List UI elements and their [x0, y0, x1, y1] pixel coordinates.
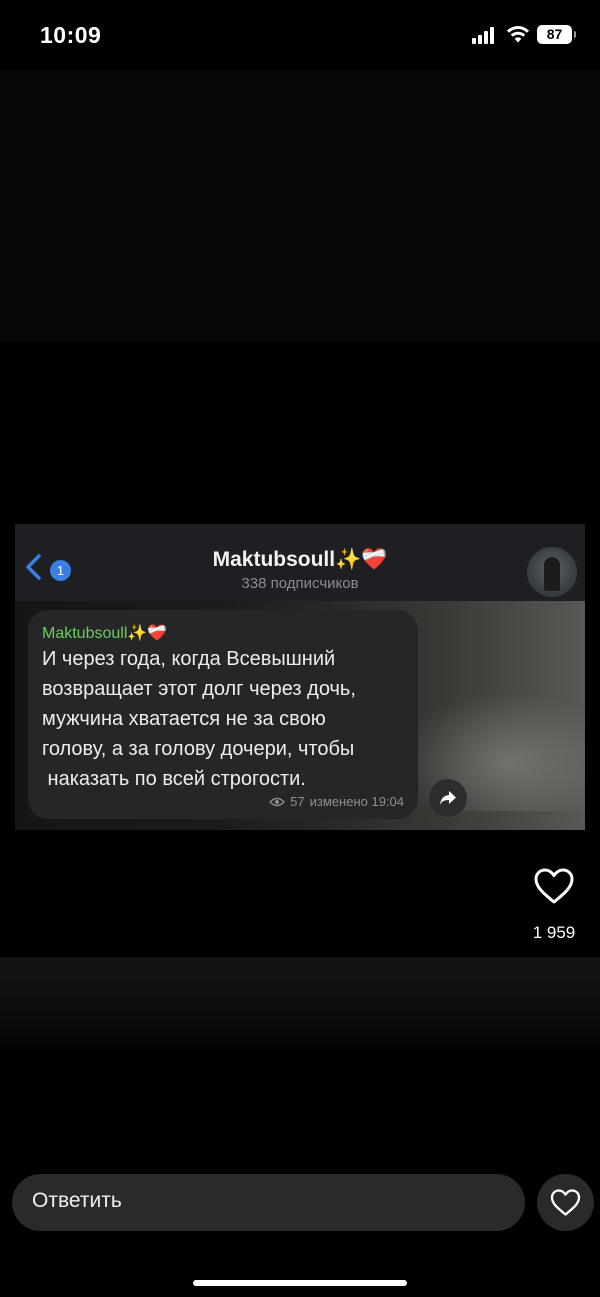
message-meta: 57 изменено 19:04: [269, 794, 404, 809]
forward-button: [429, 779, 467, 817]
message-sender: Maktubsoull✨❤️‍🩹: [42, 625, 168, 642]
wifi-icon: [507, 26, 529, 43]
story-background-bottom: [0, 957, 600, 1057]
message-edited-time: изменено 19:04: [309, 794, 404, 809]
like-count: 1 959: [532, 923, 576, 942]
message-views: 57: [290, 794, 305, 809]
message-line: наказать по всей строгости.: [42, 768, 306, 790]
story-background-top: [0, 70, 600, 342]
status-bar: 10:09 87: [0, 0, 600, 70]
message-line: мужчина хватается не за свою: [42, 708, 326, 730]
reply-input[interactable]: Ответить: [12, 1174, 525, 1231]
message-line: голову, а за голову дочери, чтобы: [42, 738, 355, 760]
story-media[interactable]: 1 Maktubsoull✨❤️‍🩹 338 подписчиков Maktu…: [15, 524, 585, 830]
channel-header: 1 Maktubsoull✨❤️‍🩹 338 подписчиков: [15, 524, 585, 601]
heart-outline-icon: [550, 1189, 581, 1216]
cellular-signal-icon: [472, 27, 498, 44]
message-line: И через года, когда Всевышний: [42, 648, 336, 670]
home-indicator[interactable]: [193, 1280, 407, 1286]
like-button[interactable]: [537, 1174, 594, 1231]
message-line: возвращает этот долг через дочь,: [42, 678, 356, 700]
channel-title: Maktubsoull✨❤️‍🩹: [212, 548, 388, 571]
forward-arrow-icon: [440, 791, 456, 805]
reply-placeholder: Ответить: [32, 1189, 122, 1212]
message-bubble: Maktubsoull✨❤️‍🩹 И через года, когда Все…: [28, 610, 418, 819]
battery-icon: 87: [537, 25, 576, 44]
channel-avatar: [527, 547, 577, 597]
heart-outline-icon[interactable]: [533, 866, 575, 906]
eye-icon: [269, 797, 286, 806]
status-time: 10:09: [40, 22, 102, 48]
message-text: И через года, когда Всевышний возвращает…: [42, 644, 412, 794]
channel-subscribers: 338 подписчиков: [241, 575, 359, 592]
